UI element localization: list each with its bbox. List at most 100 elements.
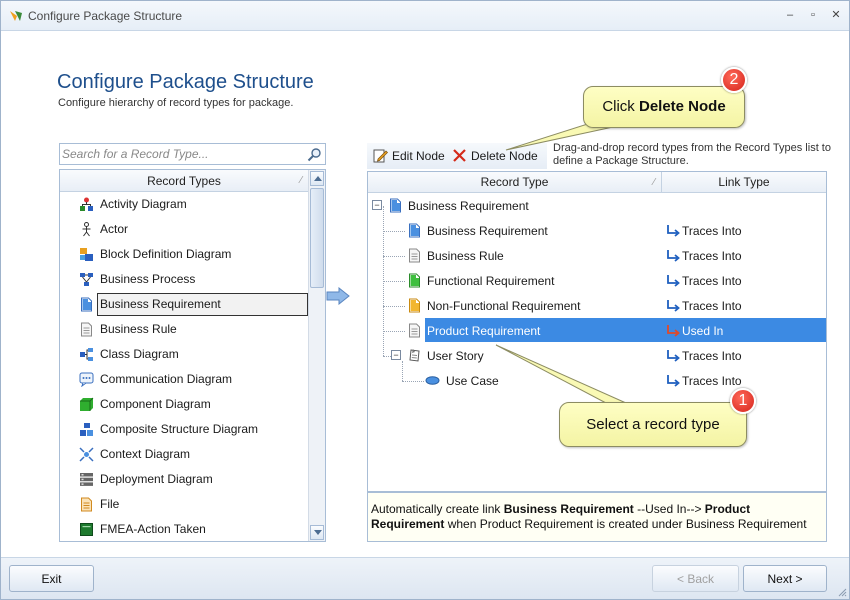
delete-icon (453, 149, 466, 162)
list-item-label: Business Rule (100, 322, 177, 336)
list-item[interactable]: Context Diagram (60, 442, 308, 467)
page-title: Configure Package Structure (57, 71, 314, 93)
tree-row[interactable]: Business Requirement Traces Into (368, 218, 826, 243)
record-types-header-label: Record Types (147, 174, 221, 188)
sort-icon: ⁄ (300, 175, 302, 186)
page-subtitle: Configure hierarchy of record types for … (58, 97, 294, 109)
list-item-selected[interactable]: Business Requirement (60, 292, 308, 317)
list-item[interactable]: Deployment Diagram (60, 467, 308, 492)
delete-node-callout: Click Delete Node (583, 86, 745, 128)
list-item[interactable]: Actor (60, 217, 308, 242)
block-definition-diagram-icon (80, 248, 93, 261)
link-type-label: Traces Into (682, 349, 742, 363)
link-type-label: Traces Into (682, 274, 742, 288)
list-item-label: Block Definition Diagram (100, 247, 232, 261)
record-types-list: Record Types ⁄ Activity Diagram Actor Bl… (59, 169, 326, 542)
callout-delete-strong: Delete Node (638, 98, 726, 115)
link-arrow-icon (667, 375, 680, 387)
record-types-column-header[interactable]: Record Types ⁄ (60, 170, 308, 192)
record-type-header-label: Record Type (480, 175, 549, 189)
list-item-label: Actor (100, 222, 129, 236)
activity-diagram-icon (80, 197, 93, 211)
list-item-label: Activity Diagram (100, 197, 187, 211)
list-item-label: Deployment Diagram (100, 472, 213, 486)
delete-node-button[interactable]: Delete Node (452, 147, 542, 165)
tree-row[interactable]: Functional Requirement Traces Into (368, 268, 826, 293)
record-type-search (59, 143, 326, 165)
resize-grip-icon[interactable] (837, 587, 847, 597)
list-item[interactable]: Activity Diagram (60, 192, 308, 217)
list-item[interactable]: Business Rule (60, 317, 308, 342)
sort-icon: ⁄ (653, 177, 655, 188)
link-type-label: Used In (682, 324, 724, 338)
list-item[interactable]: Business Process (60, 267, 308, 292)
business-requirement-icon (81, 297, 92, 312)
tree-row[interactable]: Use Case Traces Into (368, 368, 826, 393)
select-record-callout: Select a record type (559, 402, 747, 447)
next-button[interactable]: Next > (743, 565, 827, 592)
link-type-label: Traces Into (682, 299, 742, 313)
business-rule-icon (81, 322, 92, 337)
delete-node-label: Delete Node (471, 149, 538, 163)
tree-row[interactable]: Non-Functional Requirement Traces Into (368, 293, 826, 318)
link-arrow-icon (667, 300, 680, 312)
exit-button[interactable]: Exit (9, 565, 94, 592)
tree-row-label: Non-Functional Requirement (427, 299, 581, 313)
scrollbar-thumb[interactable] (310, 188, 324, 288)
maximize-button[interactable]: ▫ (804, 7, 822, 23)
list-item[interactable]: Composite Structure Diagram (60, 417, 308, 442)
info-prefix: Automatically create link (371, 502, 504, 516)
list-item[interactable]: Component Diagram (60, 392, 308, 417)
tree-row[interactable]: − Business Requirement (368, 193, 826, 218)
list-item[interactable]: FMEA-Action Taken (60, 517, 308, 541)
collapse-toggle[interactable]: − (372, 200, 382, 210)
business-requirement-icon (409, 223, 420, 238)
edit-node-button[interactable]: Edit Node (373, 147, 451, 165)
configure-package-structure-window: Configure Package Structure – ▫ ✕ Config… (0, 0, 850, 600)
tree-row-label: Business Requirement (408, 199, 529, 213)
composite-structure-diagram-icon (80, 423, 93, 436)
file-icon (81, 497, 92, 512)
collapse-toggle[interactable]: − (391, 350, 401, 360)
search-icon[interactable] (307, 147, 322, 162)
search-input[interactable] (62, 146, 302, 162)
list-item-label: Context Diagram (100, 447, 191, 461)
list-item[interactable]: Class Diagram (60, 342, 308, 367)
link-arrow-icon (667, 225, 680, 237)
structure-toolbar: Edit Node Delete Node (367, 143, 547, 169)
list-item[interactable]: File (60, 492, 308, 517)
user-story-icon (409, 349, 420, 362)
tree-row[interactable]: Business Rule Traces Into (368, 243, 826, 268)
record-types-scrollbar[interactable] (308, 170, 325, 541)
context-diagram-icon (79, 447, 94, 462)
tree-row-label: Use Case (446, 374, 499, 388)
info-source: Business Requirement (503, 502, 634, 516)
tree-row-label: Product Requirement (427, 324, 541, 338)
back-button[interactable]: < Back (652, 565, 739, 592)
link-type-column-header[interactable]: Link Type (662, 172, 826, 193)
minimize-button[interactable]: – (781, 7, 799, 23)
tree-row[interactable]: − User Story Traces Into (368, 343, 826, 368)
list-item-label: FMEA-Action Taken (100, 522, 206, 536)
close-button[interactable]: ✕ (827, 7, 845, 23)
edit-icon (373, 149, 388, 163)
tree-row-label: User Story (427, 349, 484, 363)
business-requirement-icon (390, 198, 401, 213)
link-arrow-icon (667, 325, 680, 337)
list-item-label: Communication Diagram (100, 372, 233, 386)
edit-node-label: Edit Node (392, 149, 445, 163)
record-type-column-header[interactable]: Record Type ⁄ (368, 172, 662, 193)
link-arrow-icon (667, 350, 680, 362)
product-requirement-icon (409, 323, 420, 338)
tree-row-selected[interactable]: Product Requirement Used In (368, 318, 826, 343)
tree-row-label: Business Rule (427, 249, 504, 263)
drag-drop-hint: Drag-and-drop record types from the Reco… (553, 142, 831, 167)
scroll-up-button[interactable] (310, 171, 324, 186)
list-item[interactable]: Communication Diagram (60, 367, 308, 392)
list-item[interactable]: Block Definition Diagram (60, 242, 308, 267)
auto-link-info: Automatically create link Business Requi… (367, 492, 827, 542)
wizard-footer: Exit < Back Next > (1, 557, 849, 599)
component-diagram-icon (80, 397, 94, 411)
scroll-down-button[interactable] (310, 525, 324, 540)
deployment-diagram-icon (80, 473, 93, 486)
